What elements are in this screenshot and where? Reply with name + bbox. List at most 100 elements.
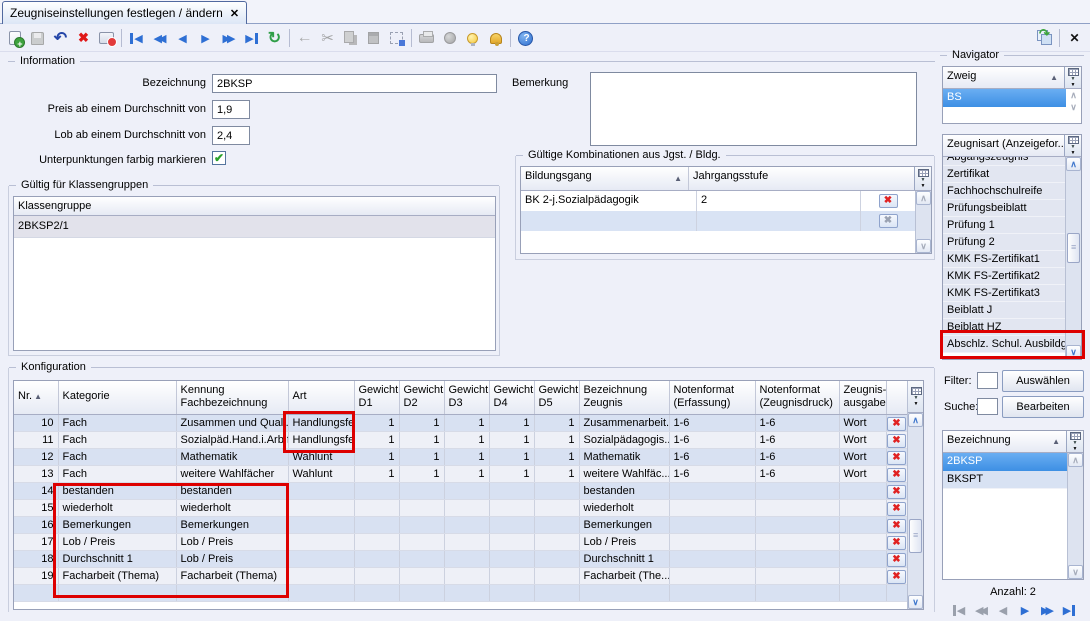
next-record-icon[interactable] bbox=[194, 28, 217, 49]
delete-row-button[interactable]: ✖ bbox=[887, 417, 906, 431]
column-chooser-button[interactable]: ▼ bbox=[1064, 135, 1081, 156]
column-header[interactable]: Notenformat (Erfassung) bbox=[669, 381, 755, 414]
zeugnisart-item[interactable]: Fachhochschulreife bbox=[943, 183, 1065, 200]
delete-row-button[interactable]: ✖ bbox=[887, 451, 906, 465]
column-chooser-button[interactable]: ▼ bbox=[914, 167, 931, 190]
bezeichnung-scrollbar[interactable]: ∧ ∨ bbox=[1067, 453, 1083, 579]
filter-input[interactable] bbox=[977, 372, 998, 389]
column-header[interactable]: Gewicht D4 bbox=[489, 381, 534, 414]
tab-close-icon[interactable]: ✕ bbox=[230, 7, 239, 20]
first-record-button[interactable] bbox=[949, 600, 970, 621]
klassengruppe-row[interactable]: 2BKSP2/1 bbox=[14, 216, 495, 238]
bezeichnung-input[interactable] bbox=[212, 74, 497, 93]
previous-record-button[interactable] bbox=[993, 600, 1014, 621]
zeugnisart-item[interactable]: Prüfung 2 bbox=[943, 234, 1065, 251]
column-header[interactable]: Bezeichnung Zeugnis bbox=[579, 381, 669, 414]
form-settings-icon[interactable] bbox=[95, 28, 118, 49]
delete-row-button[interactable]: ✖ bbox=[887, 536, 906, 550]
konfiguration-row[interactable]: 11FachSozialpäd.Hand.i.Arb.f.Handlungsfe… bbox=[14, 431, 907, 448]
close-window-icon[interactable] bbox=[1063, 27, 1086, 48]
zeugnisart-column-header[interactable]: Zeugnisart (Anzeigefor... bbox=[943, 135, 1064, 156]
column-chooser-button[interactable]: ▼ bbox=[908, 381, 924, 413]
klassengruppe-column-header[interactable]: Klassengruppe bbox=[14, 197, 495, 215]
delete-row-button[interactable]: ✖ bbox=[887, 519, 906, 533]
konfiguration-row[interactable]: 15wiederholtwiederholtwiederholt✖ bbox=[14, 499, 907, 516]
last-record-icon[interactable] bbox=[240, 28, 263, 49]
konfiguration-row[interactable]: 10FachZusammen und Quali...Handlungsfeld… bbox=[14, 414, 907, 431]
next-record-button[interactable] bbox=[1015, 600, 1036, 621]
fast-previous-icon[interactable] bbox=[148, 28, 171, 49]
column-header[interactable]: Gewicht D1 bbox=[354, 381, 399, 414]
column-header[interactable]: Zeugnis- ausgabe bbox=[839, 381, 886, 414]
zeugnisart-item[interactable]: Abgangszeugnis bbox=[943, 157, 1065, 166]
scroll-down-icon[interactable]: ∨ bbox=[1068, 565, 1083, 579]
zeugnisart-item[interactable]: KMK FS-Zertifikat2 bbox=[943, 268, 1065, 285]
scroll-up-icon[interactable]: ∧ bbox=[908, 413, 923, 427]
refresh-icon[interactable] bbox=[263, 28, 286, 49]
kombinationen-scrollbar[interactable]: ∧ ∨ bbox=[915, 191, 931, 253]
scrollbar-thumb[interactable] bbox=[909, 519, 922, 553]
scroll-up-icon[interactable]: ∧ bbox=[1066, 89, 1081, 101]
column-chooser-button[interactable]: ▼ bbox=[1066, 431, 1083, 452]
scroll-up-icon[interactable]: ∧ bbox=[1068, 453, 1083, 467]
column-header[interactable]: Gewicht D3 bbox=[444, 381, 489, 414]
bearbeiten-button[interactable]: Bearbeiten bbox=[1002, 396, 1084, 418]
konfiguration-row[interactable]: 12FachMathematikWahlunt11111Mathematik1-… bbox=[14, 448, 907, 465]
scroll-down-icon[interactable]: ∨ bbox=[1066, 345, 1081, 359]
fast-previous-button[interactable] bbox=[971, 600, 992, 621]
column-header[interactable]: Kennung Fachbezeichnung bbox=[176, 381, 288, 414]
konfiguration-scrollbar[interactable]: ▼ ∧ ∨ bbox=[907, 381, 923, 609]
zeugnisart-item[interactable]: Prüfungsbeiblatt bbox=[943, 200, 1065, 217]
last-record-button[interactable] bbox=[1059, 600, 1080, 621]
delete-record-icon[interactable] bbox=[72, 28, 95, 49]
notification-bell-icon[interactable] bbox=[484, 28, 507, 49]
zeugnisart-scrollbar[interactable]: ∧ ∨ bbox=[1065, 157, 1081, 359]
suche-input[interactable] bbox=[977, 398, 998, 415]
zeugnisart-item[interactable]: Beiblatt HZ bbox=[943, 319, 1065, 336]
column-header[interactable]: Gewicht D2 bbox=[399, 381, 444, 414]
scrollbar-thumb[interactable] bbox=[1067, 233, 1080, 263]
bezeichnung-item-bkspt[interactable]: BKSPT bbox=[943, 471, 1067, 489]
zeugnisart-item[interactable]: Zertifikat bbox=[943, 166, 1065, 183]
delete-row-button[interactable]: ✖ bbox=[887, 553, 906, 567]
help-icon[interactable] bbox=[514, 28, 537, 49]
column-header[interactable]: Kategorie bbox=[58, 381, 176, 414]
delete-row-button[interactable]: ✖ bbox=[887, 434, 906, 448]
lob-input[interactable] bbox=[212, 126, 250, 145]
column-header[interactable]: Art bbox=[288, 381, 354, 414]
hint-lightbulb-icon[interactable] bbox=[461, 28, 484, 49]
konfiguration-row[interactable]: 17Lob / PreisLob / PreisLob / Preis✖ bbox=[14, 533, 907, 550]
select-region-icon[interactable] bbox=[385, 28, 408, 49]
scroll-up-icon[interactable]: ∧ bbox=[1066, 157, 1081, 171]
delete-row-button[interactable]: ✖ bbox=[887, 570, 906, 584]
zeugnisart-item[interactable]: Beiblatt J bbox=[943, 302, 1065, 319]
konfiguration-row[interactable]: 19Facharbeit (Thema)Facharbeit (Thema)Fa… bbox=[14, 567, 907, 584]
scroll-up-icon[interactable]: ∧ bbox=[916, 191, 931, 205]
zweig-column-header[interactable]: Zweig▲ bbox=[943, 67, 1064, 88]
tab-zeugniseinstellungen[interactable]: Zeugniseinstellungen festlegen / ändern … bbox=[2, 1, 247, 24]
previous-record-icon[interactable] bbox=[171, 28, 194, 49]
zeugnisart-item[interactable]: Abschlz. Schul. Ausbildg. bbox=[943, 336, 1065, 353]
first-record-icon[interactable] bbox=[125, 28, 148, 49]
unterpunktungen-checkbox[interactable]: ✔ bbox=[212, 151, 226, 165]
zeugnisart-item[interactable]: Prüfung 1 bbox=[943, 217, 1065, 234]
scroll-down-icon[interactable]: ∨ bbox=[1066, 101, 1081, 113]
switch-window-icon[interactable] bbox=[1033, 27, 1056, 48]
kombination-row[interactable]: BK 2-j.Sozialpädagogik2✖ bbox=[521, 191, 915, 211]
fast-next-icon[interactable] bbox=[217, 28, 240, 49]
bezeichnung-column-header[interactable]: Bezeichnung▲ bbox=[943, 431, 1066, 452]
delete-row-button[interactable]: ✖ bbox=[887, 485, 906, 499]
auswaehlen-button[interactable]: Auswählen bbox=[1002, 370, 1084, 392]
undo-icon[interactable] bbox=[49, 28, 72, 49]
preis-input[interactable] bbox=[212, 100, 250, 119]
column-header[interactable]: Gewicht D5 bbox=[534, 381, 579, 414]
new-record-icon[interactable] bbox=[3, 28, 26, 49]
zweig-item-bs[interactable]: BS bbox=[943, 89, 1066, 107]
scroll-down-icon[interactable]: ∨ bbox=[916, 239, 931, 253]
konfiguration-row[interactable]: 16BemerkungenBemerkungenBemerkungen✖ bbox=[14, 516, 907, 533]
kombination-new-row[interactable]: ✖ bbox=[521, 211, 915, 231]
bildungsgang-column-header[interactable]: Bildungsgang▲ bbox=[521, 167, 689, 190]
zeugnisart-item[interactable]: KMK FS-Zertifikat3 bbox=[943, 285, 1065, 302]
scroll-down-icon[interactable]: ∨ bbox=[908, 595, 923, 609]
column-header[interactable]: Nr.▲ bbox=[14, 381, 58, 414]
